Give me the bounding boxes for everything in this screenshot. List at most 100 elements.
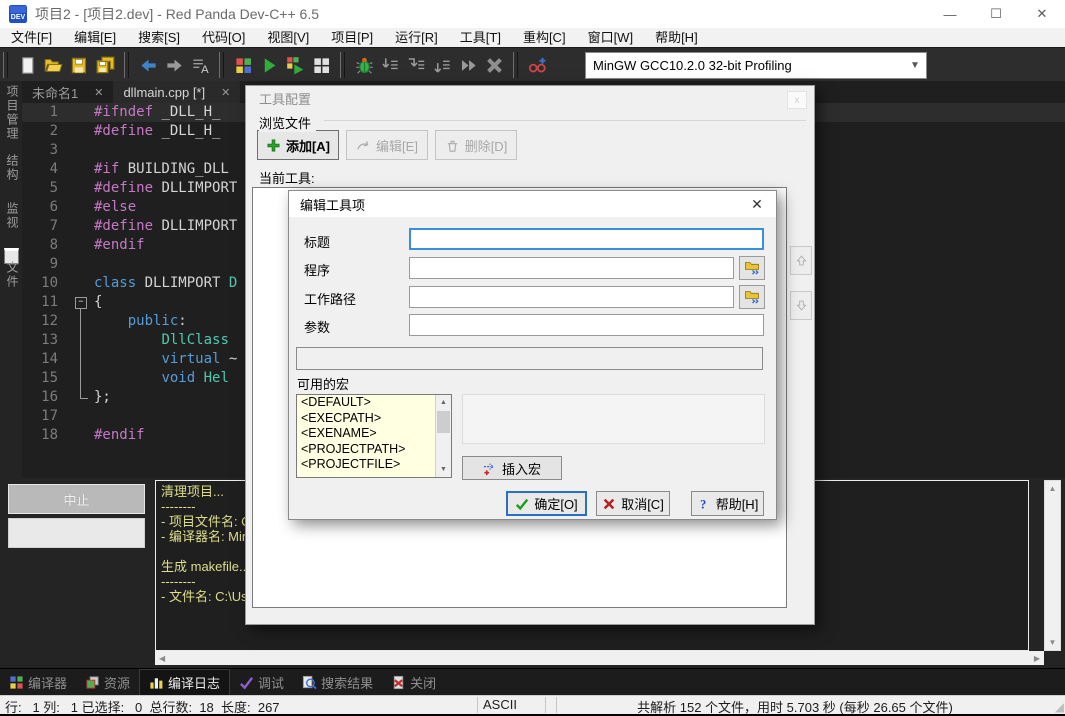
debug-button[interactable]	[351, 52, 377, 78]
nav-back-button[interactable]	[135, 52, 161, 78]
line-number: 5	[22, 179, 72, 198]
compile-button[interactable]	[230, 52, 256, 78]
scroll-down-icon[interactable]: ▼	[436, 466, 451, 473]
close-tab-icon[interactable]: ✕	[94, 86, 103, 99]
maximize-button[interactable]: ☐	[973, 0, 1019, 28]
title-field-input[interactable]	[409, 228, 764, 250]
output-tab-compile-log[interactable]: 编译日志	[139, 669, 230, 696]
help-button[interactable]: ? 帮助[H]	[691, 491, 764, 516]
line-number: 10	[22, 274, 72, 293]
menu-item-run[interactable]: 运行[R]	[384, 28, 449, 47]
browse-program-button[interactable]	[739, 256, 765, 280]
dialog-titlebar[interactable]: 工具配置	[246, 86, 814, 110]
scroll-up-icon[interactable]: ▲	[436, 399, 451, 406]
log-vertical-scrollbar[interactable]: ▲ ▼	[1044, 480, 1061, 651]
macro-list-item[interactable]: <EXENAME>	[297, 426, 451, 442]
fold-gutter	[72, 122, 94, 141]
run-button[interactable]	[256, 52, 282, 78]
step-over-button[interactable]	[377, 52, 403, 78]
compiler-set-select[interactable]: MinGW GCC10.2.0 32-bit Profiling ▼	[585, 52, 927, 79]
rebuild-all-button[interactable]	[308, 52, 334, 78]
move-up-button[interactable]	[790, 246, 812, 275]
rebuild-all-icon	[312, 56, 331, 75]
folder-browse-icon	[744, 260, 760, 276]
token	[94, 370, 161, 386]
close-icon[interactable]: ✕	[747, 195, 767, 213]
menu-item-code[interactable]: 代码[O]	[191, 28, 256, 47]
compile-progress-bar	[8, 518, 145, 548]
menu-item-window[interactable]: 窗口[W]	[577, 28, 645, 47]
menu-item-help[interactable]: 帮助[H]	[644, 28, 709, 47]
sidebar-panel-project-manager[interactable]: 项目管理	[4, 85, 21, 141]
output-tab-search-results[interactable]: 搜索结果	[293, 670, 382, 695]
editor-tab-2[interactable]: dllmain.cpp [*]✕	[113, 81, 240, 103]
step-into-button[interactable]	[403, 52, 429, 78]
program-field-input[interactable]	[409, 257, 734, 279]
browse-workdir-button[interactable]	[739, 285, 765, 309]
save-all-button[interactable]	[92, 52, 118, 78]
sidebar-panel-structure[interactable]: 结构	[4, 154, 21, 182]
params-field-input[interactable]	[409, 314, 764, 336]
macro-list-item[interactable]: <DEFAULT>	[297, 395, 451, 411]
macro-list-item[interactable]: <EXECPATH>	[297, 411, 451, 427]
output-tab-close[interactable]: 关闭	[382, 670, 445, 695]
continue-button[interactable]	[455, 52, 481, 78]
output-tab-debug[interactable]: 调试	[230, 670, 293, 695]
macro-list-item[interactable]: <PROJECTFILE>	[297, 457, 451, 473]
menu-item-edit[interactable]: 编辑[E]	[63, 28, 127, 47]
dialog-titlebar[interactable]: 编辑工具项	[289, 191, 776, 217]
menu-item-view[interactable]: 视图[V]	[256, 28, 320, 47]
scroll-up-icon[interactable]: ▲	[1045, 484, 1060, 493]
edit-tool-button[interactable]: 编辑[E]	[346, 130, 428, 160]
output-tab-resources[interactable]: 资源	[76, 670, 139, 695]
insert-macro-button[interactable]: 插入宏	[462, 456, 562, 480]
code-text: #else	[94, 198, 136, 217]
log-horizontal-scrollbar[interactable]: ◀ ▶	[155, 651, 1044, 665]
fold-gutter[interactable]: −	[72, 293, 94, 312]
scrollbar-thumb[interactable]	[437, 411, 450, 433]
open-folder-icon	[44, 56, 63, 75]
token: {	[94, 294, 102, 310]
menu-item-refactor[interactable]: 重构[C]	[512, 28, 577, 47]
macro-list-scrollbar[interactable]: ▲ ▼	[435, 395, 451, 477]
abort-button[interactable]: 中止	[8, 484, 145, 514]
cancel-button[interactable]: 取消[C]	[596, 491, 670, 516]
workdir-field-input[interactable]	[409, 286, 734, 308]
step-out-button[interactable]	[429, 52, 455, 78]
close-tab-icon[interactable]: ✕	[221, 86, 230, 99]
ok-button[interactable]: 确定[O]	[506, 491, 587, 516]
sidebar-panel-watch[interactable]: 监视	[4, 202, 21, 230]
code-text: class DLLIMPORT D	[94, 274, 237, 293]
menu-item-tools[interactable]: 工具[T]	[449, 28, 512, 47]
nav-forward-button[interactable]	[161, 52, 187, 78]
editor-tab-1[interactable]: 未命名1✕	[22, 81, 113, 103]
resources-tab-icon	[85, 675, 100, 690]
save-button[interactable]	[66, 52, 92, 78]
output-tab-compiler[interactable]: 编译器	[0, 670, 76, 695]
fold-collapse-icon[interactable]: −	[75, 297, 87, 309]
compile-and-run-button[interactable]	[282, 52, 308, 78]
profiler-button[interactable]	[524, 52, 550, 78]
open-folder-button[interactable]	[40, 52, 66, 78]
menu-item-file[interactable]: 文件[F]	[0, 28, 63, 47]
new-file-button[interactable]	[14, 52, 40, 78]
sidebar-panel-files[interactable]: 文件	[4, 261, 21, 289]
minimize-button[interactable]: —	[927, 0, 973, 28]
macro-listbox[interactable]: <DEFAULT><EXECPATH><EXENAME><PROJECTPATH…	[296, 394, 452, 478]
output-tab-label: 编译日志	[168, 673, 220, 692]
replace-in-files-button[interactable]: A	[187, 52, 213, 78]
close-icon[interactable]: x	[787, 91, 807, 109]
delete-tool-button[interactable]: 删除[D]	[435, 130, 517, 160]
menu-item-search[interactable]: 搜索[S]	[127, 28, 191, 47]
resize-grip[interactable]: ◢	[1055, 700, 1064, 714]
menu-item-project[interactable]: 项目[P]	[320, 28, 384, 47]
move-down-button[interactable]	[790, 291, 812, 320]
scroll-right-icon[interactable]: ▶	[1034, 654, 1040, 663]
scroll-left-icon[interactable]: ◀	[159, 654, 165, 663]
close-button[interactable]: ✕	[1019, 0, 1065, 28]
scroll-down-icon[interactable]: ▼	[1045, 638, 1060, 647]
titlebar[interactable]: DEV 项目2 - [项目2.dev] - Red Panda Dev-C++ …	[0, 0, 1065, 28]
stop-button[interactable]	[481, 52, 507, 78]
macro-list-item[interactable]: <PROJECTPATH>	[297, 442, 451, 458]
add-tool-button[interactable]: 添加[A]	[257, 130, 339, 160]
